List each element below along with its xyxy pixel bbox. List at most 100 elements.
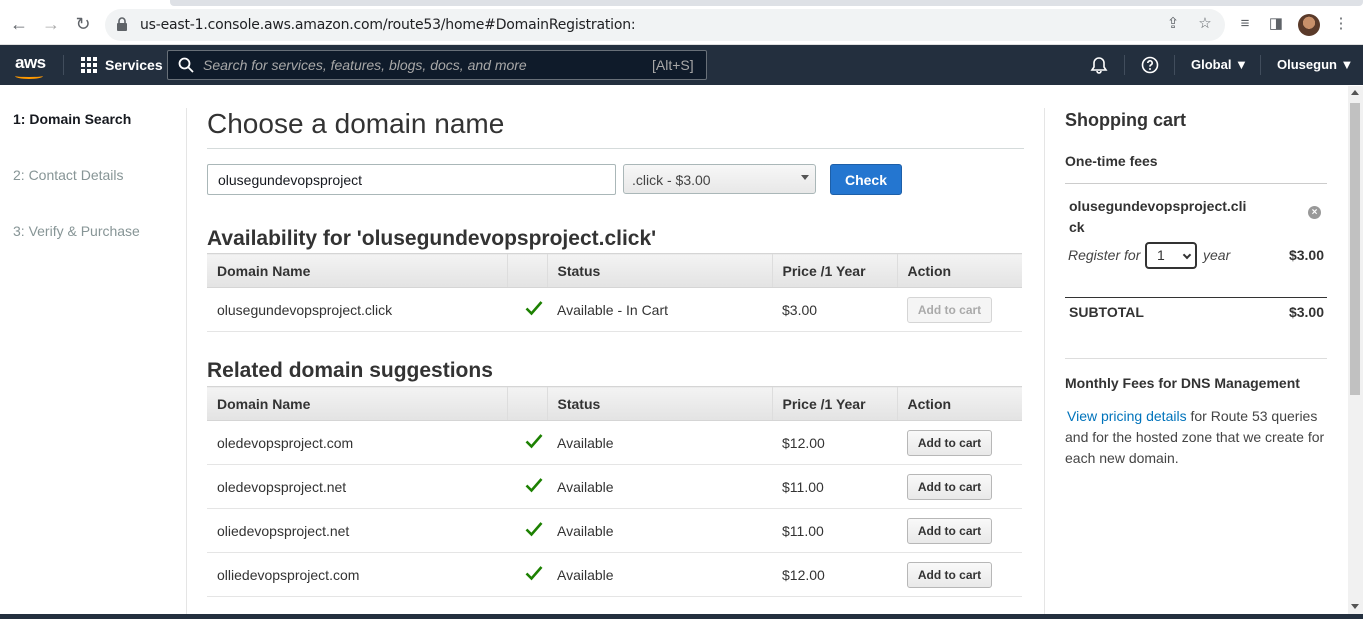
table-row: oledevopsproject.net Available $11.00 Ad…	[207, 464, 1022, 509]
status-cell: Available	[547, 552, 772, 597]
notifications-bell-icon[interactable]	[1090, 56, 1108, 74]
table-header-row: Domain Name Status Price /1 Year Action	[207, 253, 1022, 288]
cart-divider	[1065, 183, 1327, 184]
cart-item-price: $3.00	[1288, 247, 1324, 263]
side-panel-icon[interactable]: ◨	[1267, 15, 1285, 33]
year-label: year	[1203, 247, 1231, 263]
reading-list-icon[interactable]: ≡	[1236, 15, 1254, 33]
years-select[interactable]: 1	[1145, 242, 1197, 269]
column-header-status: Status	[546, 386, 772, 421]
help-icon[interactable]	[1141, 56, 1159, 74]
aws-logo-smile	[15, 73, 43, 79]
lock-icon[interactable]	[116, 17, 128, 31]
region-selector[interactable]: Global ▼	[1191, 57, 1248, 72]
column-header-action: Action	[896, 253, 1022, 288]
action-cell: Add to cart	[897, 508, 1022, 553]
monthly-fees-title: Monthly Fees for DNS Management	[1065, 375, 1300, 391]
domain-name-cell: olliedevopsproject.com	[207, 552, 507, 597]
price-cell: $11.00	[772, 508, 897, 553]
nav-divider	[1260, 55, 1261, 75]
table-row: oliedevopsproject.net Available $11.00 A…	[207, 508, 1022, 553]
column-header-status: Status	[546, 253, 772, 288]
step-contact-details[interactable]: 2: Contact Details	[13, 167, 124, 183]
remove-item-icon[interactable]: ×	[1308, 206, 1321, 219]
domain-name-cell: oliedevopsproject.net	[207, 508, 507, 553]
table-row: olusegundevopsproject.click Available - …	[207, 287, 1022, 332]
checkmark-icon	[525, 434, 543, 449]
price-cell: $12.00	[772, 420, 897, 465]
scroll-up-arrow-icon[interactable]	[1351, 90, 1359, 95]
column-header-check	[506, 386, 547, 421]
scrollbar-thumb[interactable]	[1350, 103, 1360, 395]
url-text[interactable]: us-east-1.console.aws.amazon.com/route53…	[140, 17, 636, 33]
checkmark-icon	[525, 301, 543, 316]
step-verify-purchase[interactable]: 3: Verify & Purchase	[13, 223, 140, 239]
account-menu[interactable]: Olusegun ▼	[1277, 57, 1353, 72]
table-row: olliedevopsproject.com Available $12.00 …	[207, 552, 1022, 597]
add-to-cart-button[interactable]: Add to cart	[907, 296, 992, 323]
checkmark-icon	[525, 478, 543, 493]
step-domain-search[interactable]: 1: Domain Search	[13, 111, 131, 127]
nav-divider	[1174, 55, 1175, 75]
column-header-domain: Domain Name	[207, 253, 507, 288]
register-for-label: Register for	[1068, 247, 1141, 263]
nav-divider	[63, 55, 64, 75]
status-cell: Available	[547, 420, 772, 465]
checkmark-icon	[525, 522, 543, 537]
monthly-fees-text: View pricing details for Route 53 querie…	[1065, 406, 1330, 469]
column-header-price: Price /1 Year	[771, 253, 897, 288]
right-divider	[1044, 108, 1045, 619]
scroll-down-arrow-icon[interactable]	[1351, 604, 1359, 609]
column-header-check	[506, 253, 547, 288]
check-button[interactable]: Check	[830, 164, 902, 195]
action-cell: Add to cart	[897, 420, 1022, 465]
tld-select[interactable]: .click - $3.00	[623, 164, 816, 194]
checkmark-icon	[525, 566, 543, 581]
services-grid-icon[interactable]	[81, 57, 97, 73]
column-header-domain: Domain Name	[207, 386, 507, 421]
profile-avatar[interactable]	[1298, 14, 1320, 36]
search-icon	[178, 57, 194, 73]
price-cell: $12.00	[772, 552, 897, 597]
table-header-row: Domain Name Status Price /1 Year Action	[207, 386, 1022, 421]
bookmark-star-icon[interactable]: ☆	[1196, 15, 1214, 33]
suggestions-table: Domain Name Status Price /1 Year Action …	[207, 386, 1022, 597]
related-suggestions-title: Related domain suggestions	[207, 359, 493, 382]
status-cell: Available	[547, 464, 772, 509]
aws-logo[interactable]: aws	[15, 53, 46, 73]
tab-strip	[170, 0, 1363, 6]
subtotal-value: $3.00	[1288, 304, 1324, 320]
back-icon[interactable]: ←	[9, 14, 29, 34]
check-cell	[507, 508, 547, 553]
forward-icon[interactable]: →	[41, 14, 61, 34]
view-pricing-details-link[interactable]: View pricing details	[1065, 408, 1187, 424]
subtotal-divider	[1065, 297, 1327, 298]
menu-kebab-icon[interactable]: ⋮	[1332, 15, 1350, 33]
browser-toolbar: ← → ↻ us-east-1.console.aws.amazon.com/r…	[0, 0, 1363, 45]
status-cell: Available	[547, 508, 772, 553]
price-cell: $3.00	[772, 287, 897, 332]
domain-search-input[interactable]	[207, 164, 616, 195]
years-selected-value: 1	[1157, 247, 1165, 263]
price-cell: $11.00	[772, 464, 897, 509]
add-to-cart-button[interactable]: Add to cart	[907, 473, 992, 500]
action-cell: Add to cart	[897, 287, 1022, 332]
share-icon[interactable]: ⇪	[1164, 15, 1182, 33]
aws-top-nav: aws Services Search for services, featur…	[0, 45, 1363, 85]
reload-icon[interactable]: ↻	[73, 14, 93, 34]
services-menu[interactable]: Services	[105, 57, 163, 73]
add-to-cart-button[interactable]: Add to cart	[907, 429, 992, 456]
action-cell: Add to cart	[897, 552, 1022, 597]
table-row: oledevopsproject.com Available $12.00 Ad…	[207, 420, 1022, 465]
check-cell	[507, 287, 547, 332]
domain-name-cell: oledevopsproject.net	[207, 464, 507, 509]
action-cell: Add to cart	[897, 464, 1022, 509]
page-title: Choose a domain name	[207, 108, 505, 139]
column-header-action: Action	[896, 386, 1022, 421]
check-cell	[507, 552, 547, 597]
subtotal-label: SUBTOTAL	[1069, 304, 1144, 320]
column-header-price: Price /1 Year	[771, 386, 897, 421]
add-to-cart-button[interactable]: Add to cart	[907, 517, 992, 544]
domain-name-cell: oledevopsproject.com	[207, 420, 507, 465]
add-to-cart-button[interactable]: Add to cart	[907, 561, 992, 588]
